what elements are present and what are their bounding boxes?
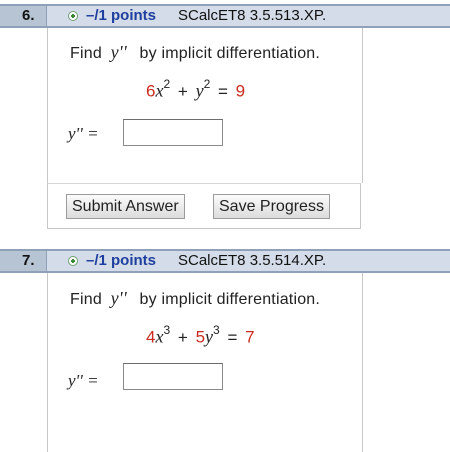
question-7: 7. –/1 points SCalcET8 3.5.514.XP. Find … [0, 249, 450, 452]
variable: y [205, 326, 214, 347]
rhs-value: 9 [235, 81, 246, 101]
answer-input[interactable] [123, 119, 223, 146]
question-code: SCalcET8 3.5.514.XP. [178, 252, 327, 269]
points-link[interactable]: –/1 points [86, 251, 156, 271]
answer-label: y'' = [68, 124, 99, 143]
question-number: 7. [0, 251, 47, 271]
submit-answer-button[interactable]: Submit Answer [66, 194, 185, 219]
exponent: 2 [203, 77, 211, 91]
save-progress-button[interactable]: Save Progress [213, 194, 330, 219]
operator: = [227, 327, 238, 347]
question-prompt: Find y'' by implicit differentiation. [70, 288, 320, 309]
variable: y [195, 80, 204, 101]
question-header: 6. –/1 points SCalcET8 3.5.513.XP. [0, 4, 450, 28]
prompt-post: by implicit differentiation. [139, 291, 321, 308]
prompt-post: by implicit differentiation. [139, 45, 321, 62]
question-6: 6. –/1 points SCalcET8 3.5.513.XP. Find … [0, 0, 450, 232]
question-code: SCalcET8 3.5.513.XP. [178, 7, 327, 24]
exponent: 3 [163, 323, 171, 337]
equation: 4x3 + 5y3 = 7 [146, 323, 255, 348]
coefficient: 5 [195, 327, 206, 347]
prompt-pre: Find [70, 45, 102, 62]
points-link[interactable]: –/1 points [86, 6, 156, 26]
expand-plus-icon[interactable] [68, 11, 78, 21]
question-header: 7. –/1 points SCalcET8 3.5.514.XP. [0, 249, 450, 273]
prompt-pre: Find [70, 291, 102, 308]
prompt-variable: y'' [110, 42, 127, 62]
question-number: 6. [0, 6, 47, 26]
answer-input[interactable] [123, 363, 223, 390]
prompt-variable: y'' [110, 288, 127, 308]
equation: 6x2 + y2 = 9 [146, 77, 246, 102]
exponent: 2 [163, 77, 171, 91]
button-bar: Submit Answer Save Progress [47, 183, 361, 229]
answer-label: y'' = [68, 371, 99, 390]
operator: + [177, 327, 188, 347]
exponent: 3 [213, 323, 220, 337]
operator: + [177, 81, 188, 101]
question-prompt: Find y'' by implicit differentiation. [70, 42, 320, 63]
expand-plus-icon[interactable] [68, 256, 78, 266]
operator: = [217, 81, 228, 101]
rhs-value: 7 [245, 327, 255, 347]
